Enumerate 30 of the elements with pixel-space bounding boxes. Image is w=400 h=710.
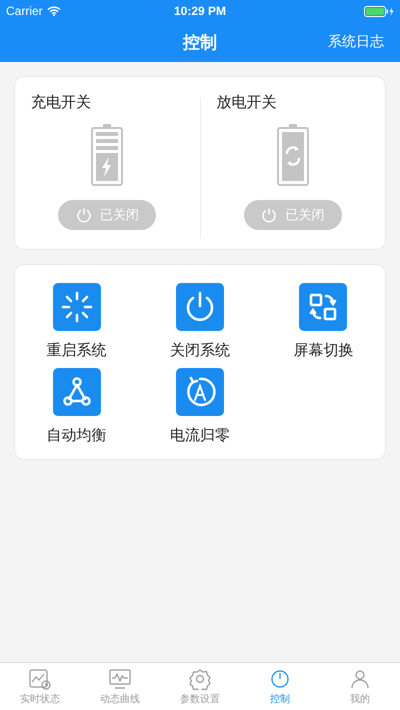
tab-item[interactable]: 我的 [320, 663, 400, 710]
switch-label: 充电开关 [31, 93, 91, 112]
circular-arrow-a-icon [176, 368, 224, 416]
status-time: 10:29 PM [174, 4, 226, 18]
loading-spinner-icon [52, 283, 101, 331]
monitor-wave-icon [108, 668, 132, 690]
battery-icon [364, 6, 394, 16]
settings-icon [188, 668, 212, 690]
page-title: 控制 [183, 32, 217, 54]
chart-clock-icon [28, 668, 52, 690]
function-button[interactable]: 重启系统 [15, 283, 138, 360]
function-button[interactable]: 关闭系统 [138, 283, 262, 360]
system-log-button[interactable]: 系统日志 [328, 33, 384, 51]
triangle-nodes-icon [52, 368, 101, 416]
tab-item[interactable]: 动态曲线 [80, 663, 160, 710]
tab-item[interactable]: 参数设置 [160, 663, 240, 710]
function-button[interactable]: 自动均衡 [15, 368, 138, 445]
power-icon [261, 207, 278, 223]
tab-item[interactable]: 控制 [240, 663, 320, 710]
power-icon [76, 207, 92, 223]
switch-label: 放电开关 [216, 93, 276, 112]
wifi-icon [46, 6, 61, 16]
swap-squares-icon [299, 283, 348, 331]
function-button[interactable]: 屏幕切换 [262, 283, 385, 360]
function-button[interactable]: 电流归零 [138, 368, 262, 445]
cycle-battery-icon [276, 124, 309, 186]
carrier-name: Carrier [6, 4, 43, 18]
charging-battery-icon [91, 124, 124, 186]
power-icon [176, 283, 224, 331]
tab-item[interactable]: 实时状态 [0, 663, 80, 710]
